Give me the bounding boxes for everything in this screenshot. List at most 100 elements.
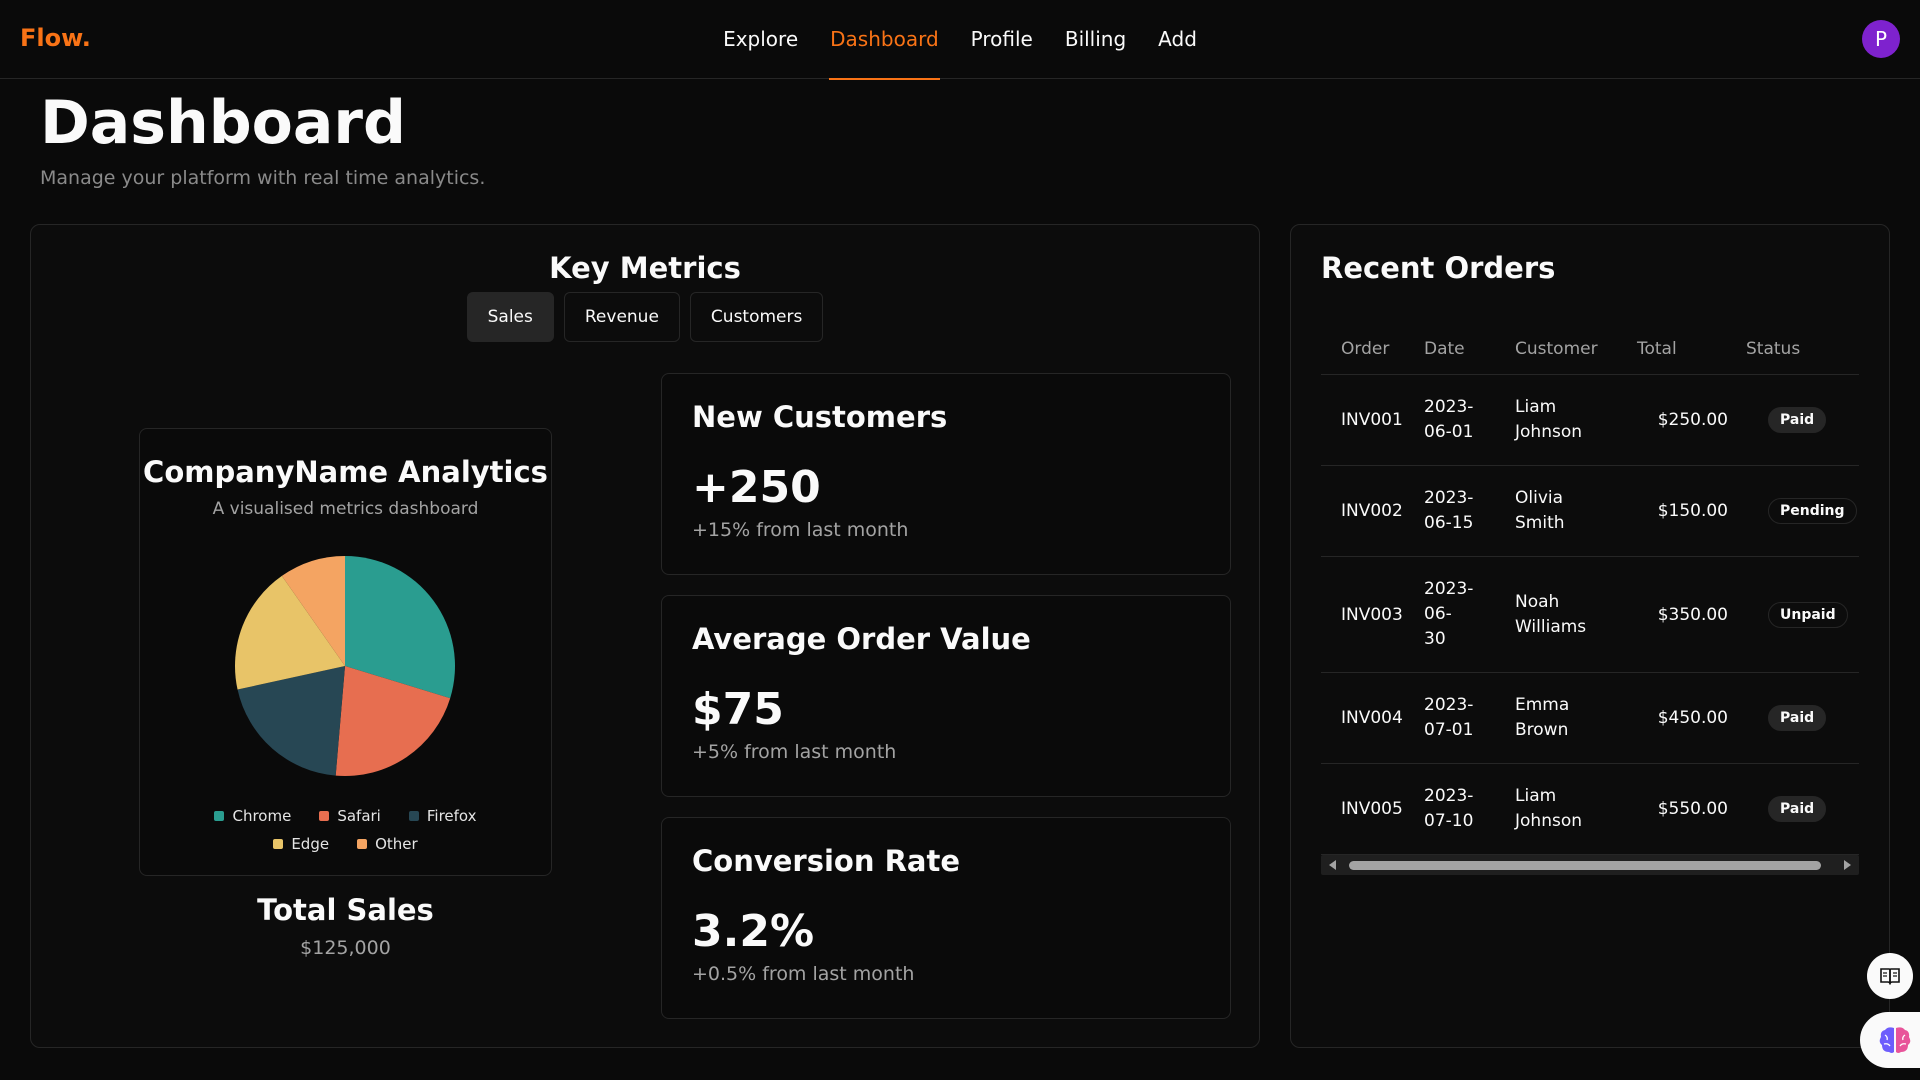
- order-customer: Olivia Smith: [1515, 486, 1637, 536]
- stat-card-new-customers: New Customers +250 +15% from last month: [661, 373, 1231, 575]
- stat-label: Average Order Value: [692, 622, 1031, 656]
- scrollbar-thumb[interactable]: [1349, 861, 1821, 870]
- stat-delta: +15% from last month: [692, 519, 909, 541]
- recent-orders-panel: Recent Orders Order Date Customer Total …: [1290, 224, 1890, 1048]
- order-id: INV005: [1341, 799, 1403, 819]
- legend-swatch: [408, 811, 419, 821]
- total-sales-label: Total Sales: [257, 893, 434, 927]
- nav-item-add[interactable]: Add: [1157, 0, 1198, 79]
- order-customer: Emma Brown: [1515, 693, 1637, 743]
- date-line: 06-: [1424, 604, 1452, 624]
- total-sales-value: $125,000: [300, 937, 391, 959]
- order-date: 2023- 07-01: [1424, 693, 1515, 743]
- column-header-date: Date: [1424, 338, 1465, 359]
- table-row[interactable]: INV003 2023- 06- 30 Noah Williams $350.00 Unpai…: [1321, 557, 1859, 673]
- table-row[interactable]: INV004 2023- 07-01 Emma Brown $450.00 Paid: [1321, 673, 1859, 764]
- status-badge: Paid: [1768, 407, 1827, 433]
- column-header-customer: Customer: [1515, 338, 1598, 359]
- scroll-left-arrow-icon[interactable]: [1329, 860, 1336, 870]
- page-title: Dashboard: [40, 88, 406, 158]
- table-row[interactable]: INV001 2023- 06-01 Liam Johnson $250.00 Paid: [1321, 375, 1859, 466]
- table-row[interactable]: INV002 2023- 06-15 Olivia Smith $150.00 Pendin…: [1321, 466, 1859, 557]
- order-status-cell: Pending: [1746, 498, 1859, 524]
- column-header-status: Status: [1746, 338, 1801, 359]
- order-id: INV003: [1341, 604, 1403, 625]
- date-line: 06-01: [1424, 422, 1474, 442]
- customer-line: Williams: [1515, 616, 1587, 637]
- column-header-total: Total: [1637, 338, 1677, 359]
- table-row[interactable]: INV005 2023- 07-10 Liam Johnson $550.00 Paid: [1321, 764, 1859, 855]
- browser-pie-chart: [235, 556, 455, 776]
- date-line: 2023-: [1424, 579, 1474, 599]
- customer-line: Smith: [1515, 513, 1565, 533]
- date-line: 2023-: [1424, 397, 1474, 417]
- order-date: 2023- 06-01: [1424, 395, 1515, 445]
- legend-label: Other: [375, 835, 418, 853]
- status-badge: Unpaid: [1768, 601, 1848, 628]
- tab-customers[interactable]: Customers: [689, 292, 824, 342]
- legend-item-safari: Safari: [319, 807, 381, 825]
- stat-card-conversion-rate: Conversion Rate 3.2% +0.5% from last mon…: [661, 817, 1231, 1019]
- order-total: $150.00: [1657, 501, 1728, 521]
- stat-delta: +5% from last month: [692, 741, 897, 763]
- legend-label: Chrome: [232, 807, 292, 825]
- key-metrics-title: Key Metrics: [549, 251, 741, 285]
- main-nav: Explore Dashboard Profile Billing Add: [0, 0, 1920, 80]
- legend-label: Edge: [291, 835, 330, 853]
- order-total: $250.00: [1657, 410, 1728, 430]
- stat-value: $75: [692, 684, 784, 735]
- stat-label: Conversion Rate: [692, 844, 961, 878]
- customer-line: Liam: [1515, 397, 1557, 417]
- nav-item-dashboard[interactable]: Dashboard: [829, 0, 940, 80]
- customer-line: Johnson: [1515, 422, 1582, 442]
- date-line: 06-15: [1424, 513, 1474, 533]
- order-status-cell: Paid: [1746, 796, 1859, 822]
- tab-revenue[interactable]: Revenue: [563, 292, 680, 342]
- order-total: $350.00: [1657, 604, 1728, 625]
- pie-legend: Chrome Safari Firefox Edge Other: [160, 807, 531, 853]
- order-status-cell: Unpaid: [1746, 601, 1859, 628]
- legend-label: Safari: [337, 807, 381, 825]
- date-line: 2023-: [1424, 786, 1474, 806]
- orders-table-header: Order Date Customer Total Status: [1321, 323, 1859, 375]
- date-line: 07-01: [1424, 720, 1474, 740]
- order-total: $450.00: [1657, 708, 1728, 728]
- legend-swatch: [273, 839, 284, 849]
- stat-label: New Customers: [692, 400, 948, 434]
- customer-line: Olivia: [1515, 488, 1564, 508]
- scroll-right-arrow-icon[interactable]: [1844, 860, 1851, 870]
- status-badge: Pending: [1768, 498, 1857, 524]
- customer-line: Emma: [1515, 695, 1570, 715]
- avatar[interactable]: P: [1862, 20, 1900, 58]
- analytics-subtitle: A visualised metrics dashboard: [212, 499, 479, 519]
- nav-item-profile[interactable]: Profile: [970, 0, 1034, 79]
- nav-item-explore[interactable]: Explore: [722, 0, 799, 79]
- legend-label: Firefox: [426, 807, 477, 825]
- order-date: 2023- 07-10: [1424, 784, 1515, 834]
- customer-line: Liam: [1515, 786, 1557, 806]
- stat-value: 3.2%: [692, 906, 815, 957]
- order-id: INV002: [1341, 501, 1403, 521]
- status-badge: Paid: [1768, 705, 1827, 731]
- column-header-order: Order: [1341, 338, 1390, 359]
- book-open-icon[interactable]: [1867, 953, 1913, 999]
- order-status-cell: Paid: [1746, 407, 1859, 433]
- order-customer: Liam Johnson: [1515, 395, 1637, 445]
- orders-horizontal-scrollbar[interactable]: [1321, 855, 1859, 875]
- tab-sales[interactable]: Sales: [466, 292, 554, 342]
- legend-item-other: Other: [357, 835, 418, 853]
- date-line: 07-10: [1424, 811, 1474, 831]
- stat-card-average-order-value: Average Order Value $75 +5% from last mo…: [661, 595, 1231, 797]
- recent-orders-title: Recent Orders: [1321, 251, 1556, 285]
- order-date: 2023- 06- 30: [1424, 577, 1515, 652]
- legend-item-chrome: Chrome: [214, 807, 291, 825]
- key-metrics-panel: Key Metrics Sales Revenue Customers Comp…: [30, 224, 1260, 1048]
- order-customer: Liam Johnson: [1515, 784, 1637, 834]
- status-badge: Paid: [1768, 796, 1827, 822]
- nav-item-billing[interactable]: Billing: [1064, 0, 1127, 79]
- brain-icon[interactable]: [1860, 1012, 1920, 1068]
- analytics-title: CompanyName Analytics: [143, 455, 548, 489]
- order-id: INV001: [1341, 410, 1403, 430]
- legend-item-edge: Edge: [273, 835, 329, 853]
- order-total: $550.00: [1657, 799, 1728, 819]
